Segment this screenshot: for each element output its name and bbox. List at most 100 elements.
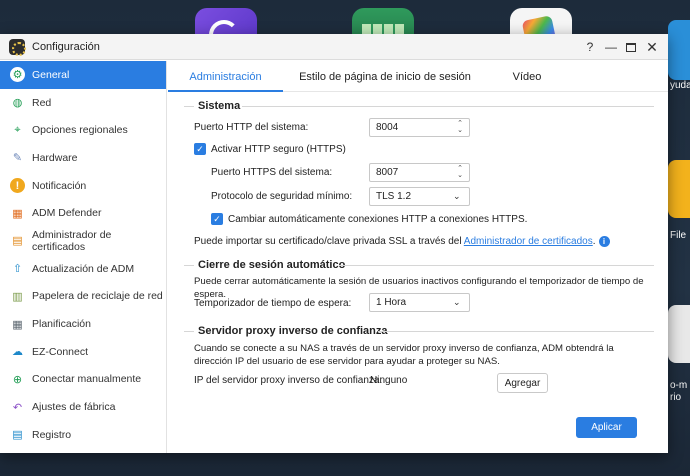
window-title: Configuración (32, 40, 100, 53)
firewall-icon: ▦ (12, 207, 23, 220)
sidebar-item-label: General (32, 68, 70, 81)
https-port-label: Puerto HTTPS del sistema: (211, 167, 333, 178)
https-port-value: 8007 (376, 167, 399, 178)
maximize-icon[interactable] (622, 38, 640, 56)
sidebar-item-label: Conectar manualmente (32, 373, 142, 386)
proxy-description: Cuando se conecte a su NAS a través de u… (194, 343, 614, 367)
sidebar-item-label: Red (32, 96, 52, 109)
alert-icon: ! (10, 178, 25, 194)
tab-label: Estilo de página de inicio de sesión (299, 71, 471, 83)
protocol-select[interactable]: TLS 1.2 ⌄ (369, 187, 470, 206)
https-port-input[interactable]: 8007 ⌃ ⌄ (369, 163, 470, 182)
sidebar-item-label: Opciones regionales (32, 124, 128, 137)
section-title-proxy: Servidor proxy inverso de confianza (198, 325, 388, 337)
trash-icon: ▥ (12, 290, 23, 303)
redirect-https-label: Cambiar automáticamente conexiones HTTP … (228, 214, 528, 225)
sidebar-item-label: Ajustes de fábrica (32, 401, 116, 414)
sidebar-item-registro[interactable]: ▤ Registro (0, 421, 166, 449)
sidebar-item-hardware[interactable]: ✎ Hardware (0, 144, 166, 172)
sidebar-item-notificación[interactable]: ! Notificación (0, 172, 166, 200)
https-checkbox-label: Activar HTTP seguro (HTTPS) (211, 144, 346, 155)
certificate-manager-link[interactable]: Administrador de certificados (464, 236, 593, 247)
section-divider (184, 265, 194, 266)
sidebar-item-label: Papelera de reciclaje de red (32, 290, 163, 303)
spinner-arrows-icon[interactable]: ⌃ ⌄ (455, 120, 465, 135)
desktop-label-media-2: rio (670, 392, 682, 403)
sidebar-item-papelera-de-reciclaje-de-red[interactable]: ▥ Papelera de reciclaje de red (0, 283, 166, 311)
sidebar: ⚙ General ◍ Red ⌖ Opciones regionales ✎ Hardwar… (0, 61, 167, 453)
wrench-icon: ✎ (12, 152, 23, 165)
desktop-label-help: yuda (670, 80, 690, 91)
redirect-https-checkbox[interactable]: ✓ (211, 213, 223, 225)
protocol-label: Protocolo de seguridad mínimo: (211, 191, 353, 202)
section-title-cierre: Cierre de sesión automático (198, 259, 346, 271)
location-icon: ⌖ (14, 123, 21, 136)
tab-label: Vídeo (512, 71, 542, 83)
section-divider (184, 106, 194, 107)
spinner-arrows-icon[interactable]: ⌃ ⌄ (455, 165, 465, 180)
desktop-label-file: File (670, 230, 687, 241)
section-divider (378, 331, 654, 332)
info-icon[interactable]: i (598, 236, 610, 247)
sidebar-item-general[interactable]: ⚙ General (0, 61, 166, 89)
calendar-icon: ▦ (12, 318, 23, 331)
sidebar-item-administrador-de-certificados[interactable]: ▤ Administrador de certificados (0, 227, 166, 255)
sidebar-item-label: Administrador de certificados (32, 228, 112, 253)
settings-window: Configuración ? — ✕ ⚙ General ◍ Red ⌖ Opcione… (0, 34, 668, 453)
apply-button[interactable]: Aplicar (576, 417, 637, 438)
certificate-icon: ▤ (12, 235, 23, 248)
gear-icon: ⚙ (10, 67, 25, 83)
section-divider (339, 265, 654, 266)
help-icon[interactable]: ? (581, 38, 599, 56)
sidebar-item-red[interactable]: ◍ Red (0, 89, 166, 117)
sidebar-item-opciones-regionales[interactable]: ⌖ Opciones regionales (0, 116, 166, 144)
log-icon: ▤ (12, 429, 23, 442)
desktop-app-icon-help[interactable] (668, 20, 690, 80)
chevron-down-icon: ⌄ (453, 191, 461, 201)
connect-icon: ⊕ (12, 373, 23, 386)
settings-app-icon (9, 38, 26, 56)
section-title-sistema: Sistema (198, 100, 241, 112)
sidebar-item-label: Planificación (32, 318, 91, 331)
undo-icon: ↶ (12, 401, 23, 414)
sidebar-item-planificación[interactable]: ▦ Planificación (0, 310, 166, 338)
title-bar[interactable]: Configuración ? — ✕ (0, 34, 668, 60)
section-divider (184, 331, 194, 332)
close-icon[interactable]: ✕ (643, 38, 661, 56)
sidebar-item-actualización-de-adm[interactable]: ⇧ Actualización de ADM (0, 255, 166, 283)
proxy-ip-value: Ninguno (370, 375, 408, 386)
add-proxy-button[interactable]: Agregar (497, 373, 548, 393)
protocol-value: TLS 1.2 (376, 191, 412, 202)
timeout-select[interactable]: 1 Hora ⌄ (369, 293, 470, 312)
globe-icon: ◍ (12, 97, 23, 110)
sidebar-item-label: Notificación (32, 179, 87, 192)
sidebar-item-label: Actualización de ADM (32, 262, 135, 275)
desktop-label-media: o-m (670, 380, 688, 391)
sidebar-item-label: Hardware (32, 151, 78, 164)
tab-video[interactable]: Vídeo (487, 61, 567, 91)
cloud-icon: ☁ (12, 346, 23, 359)
http-port-label: Puerto HTTP del sistema: (194, 122, 309, 133)
desktop-app-icon-file[interactable] (668, 160, 690, 218)
import-certificate-text: Puede importar su certificado/clave priv… (194, 236, 610, 247)
sidebar-item-ez-connect[interactable]: ☁ EZ-Connect (0, 338, 166, 366)
timeout-value: 1 Hora (376, 297, 407, 308)
http-port-value: 8004 (376, 122, 399, 133)
update-icon: ⇧ (12, 263, 23, 276)
sidebar-item-conectar-manualmente[interactable]: ⊕ Conectar manualmente (0, 366, 166, 394)
minimize-icon[interactable]: — (602, 38, 620, 56)
sidebar-item-label: EZ-Connect (32, 345, 89, 358)
import-suffix: . (592, 236, 596, 248)
import-text: Puede importar su certificado/clave priv… (194, 236, 462, 248)
sidebar-item-adm-defender[interactable]: ▦ ADM Defender (0, 199, 166, 227)
section-divider (242, 106, 654, 107)
http-port-input[interactable]: 8004 ⌃ ⌄ (369, 118, 470, 137)
chevron-down-icon: ⌄ (453, 297, 461, 307)
tab-bar: Administración Estilo de página de inici… (168, 61, 668, 92)
sidebar-item-ajustes-de-fábrica[interactable]: ↶ Ajustes de fábrica (0, 393, 166, 421)
tab-estilo-login[interactable]: Estilo de página de inicio de sesión (283, 61, 487, 91)
https-checkbox[interactable]: ✓ (194, 143, 206, 155)
tab-administracion[interactable]: Administración (168, 61, 283, 92)
sidebar-item-label: ADM Defender (32, 207, 102, 220)
desktop-app-icon-media[interactable] (668, 305, 690, 363)
